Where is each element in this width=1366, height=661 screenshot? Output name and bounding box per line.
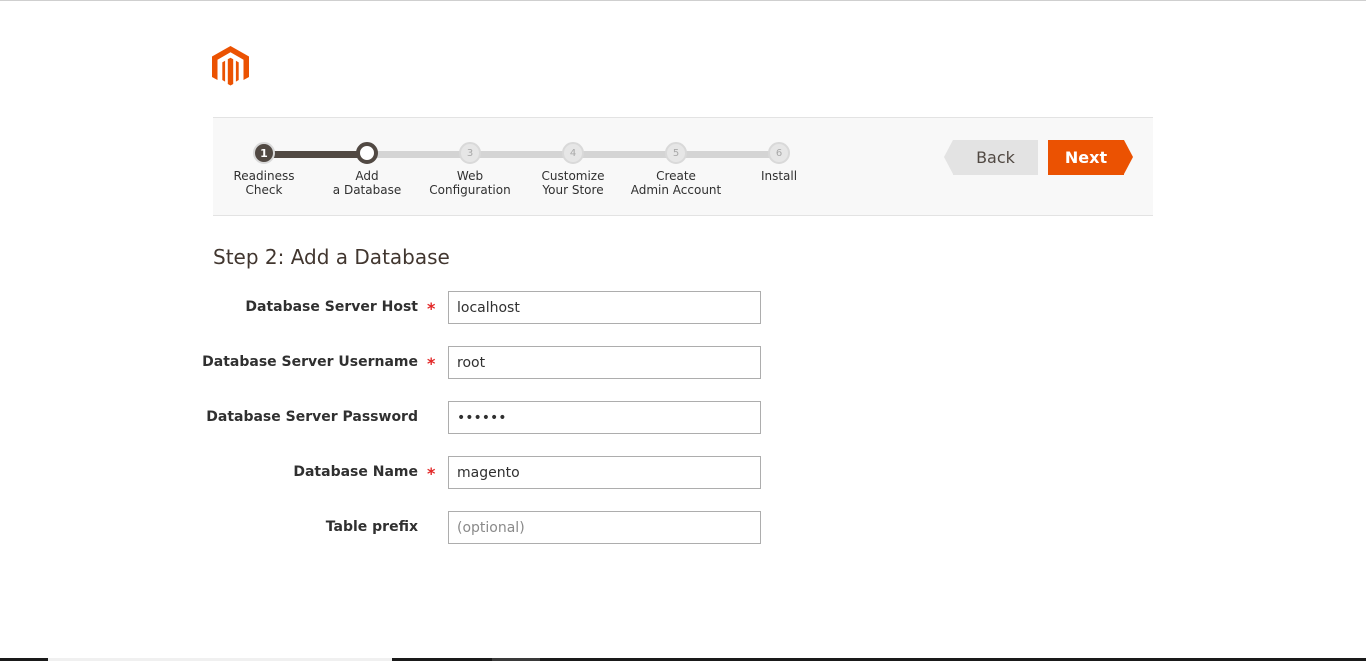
db-host-label: Database Server Host (245, 299, 418, 315)
table-prefix-label: Table prefix (325, 519, 418, 535)
top-border (0, 0, 1366, 1)
db-name-label: Database Name (293, 464, 418, 480)
step-1-marker: 1 (253, 142, 275, 164)
step-5-label: Create Admin Account (630, 169, 722, 197)
required-mark: * (427, 299, 436, 318)
step-6-marker: 6 (768, 142, 790, 164)
db-host-input[interactable] (448, 291, 761, 324)
form-row-db-username: Database Server Username * (202, 346, 773, 379)
step-4-marker: 4 (562, 142, 584, 164)
step-3-marker: 3 (459, 142, 481, 164)
db-name-input[interactable] (448, 456, 761, 489)
back-button[interactable]: Back (944, 140, 1038, 175)
next-button-label: Next (1064, 148, 1108, 167)
step-2-marker (356, 142, 378, 164)
form-row-table-prefix: Table prefix (213, 511, 773, 544)
step-5-marker: 5 (665, 142, 687, 164)
setup-progress-bar: 1 3 4 5 6 Readiness Check Add a Database… (213, 117, 1153, 216)
step-4-label: Customize Your Store (541, 169, 605, 197)
step-3-label: Web Configuration (429, 169, 511, 197)
form-row-db-password: Database Server Password (206, 401, 773, 434)
back-button-label: Back (976, 148, 1015, 167)
step-2-label: Add a Database (332, 169, 402, 197)
db-password-input[interactable] (448, 401, 761, 434)
db-password-label: Database Server Password (206, 409, 418, 425)
form-row-db-host: Database Server Host * (213, 291, 773, 324)
required-mark: * (427, 354, 436, 373)
magento-logo-icon (212, 46, 249, 87)
db-username-input[interactable] (448, 346, 761, 379)
table-prefix-input[interactable] (448, 511, 761, 544)
step-1-label: Readiness Check (233, 169, 295, 197)
page-title: Step 2: Add a Database (213, 245, 450, 269)
progress-track-complete (264, 151, 367, 158)
db-username-label: Database Server Username (202, 354, 418, 370)
step-6-label: Install (760, 169, 798, 183)
form-row-db-name: Database Name * (213, 456, 773, 489)
next-button[interactable]: Next (1048, 140, 1133, 175)
required-mark: * (427, 464, 436, 483)
